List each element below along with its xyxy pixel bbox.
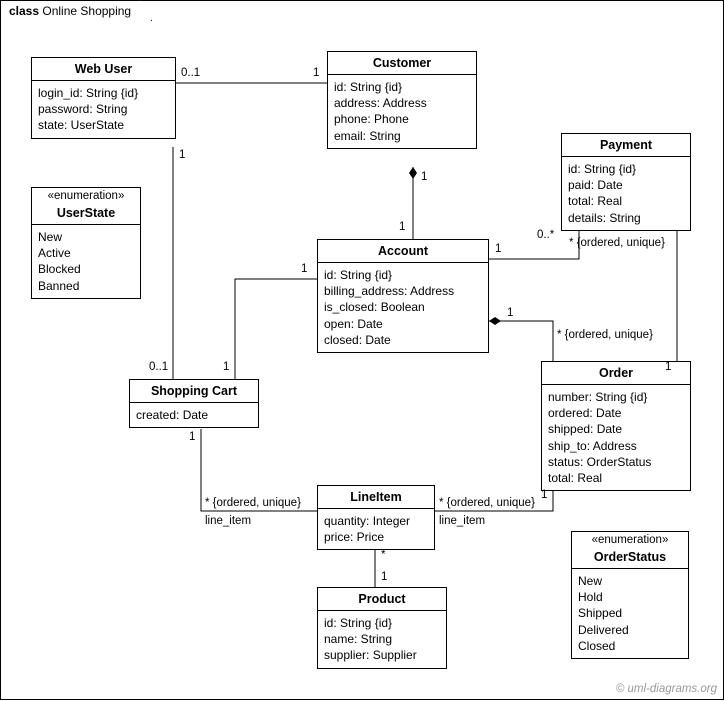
attr: ship_to: Address <box>548 438 684 454</box>
literal: New <box>578 573 682 589</box>
frame-kind: class <box>9 4 39 18</box>
attr: email: String <box>334 128 470 144</box>
class-title: Web User <box>32 58 175 81</box>
literal: Active <box>38 245 134 261</box>
class-title: Shopping Cart <box>130 380 258 403</box>
attr: open: Date <box>324 316 482 332</box>
class-title: Customer <box>328 52 476 75</box>
literal: Blocked <box>38 261 134 277</box>
mult-webuser-cart-bot: 0..1 <box>149 361 168 373</box>
attr: id: String {id} <box>334 79 470 95</box>
literal: Banned <box>38 278 134 294</box>
mult-webuser-customer-left: 0..1 <box>181 67 200 79</box>
class-body: New Hold Shipped Delivered Closed <box>572 569 688 658</box>
mult-li-prod-top: * <box>381 549 385 561</box>
class-title: Payment <box>562 134 690 157</box>
mult-cart-li-b: * {ordered, unique} <box>205 497 301 509</box>
mult-account-order-b: * {ordered, unique} <box>557 329 637 341</box>
stereotype: «enumeration» <box>32 188 140 202</box>
diagram-frame-tab: class Online Shopping <box>0 0 152 21</box>
mult-webuser-cart-top: 1 <box>179 149 185 161</box>
class-body: id: String {id} billing_address: Address… <box>318 263 488 352</box>
class-body: New Active Blocked Banned <box>32 225 140 298</box>
class-body: id: String {id} paid: Date total: Real d… <box>562 157 690 230</box>
role-order-li: line_item <box>439 515 485 527</box>
attr: password: String <box>38 101 169 117</box>
class-shoppingcart: Shopping Cart created: Date <box>129 379 259 428</box>
literal: Closed <box>578 638 682 654</box>
literal: New <box>38 229 134 245</box>
class-title: Account <box>318 240 488 263</box>
attr: name: String <box>324 631 440 647</box>
class-body: login_id: String {id} password: String s… <box>32 81 175 138</box>
class-title: Product <box>318 588 446 611</box>
stereotype: «enumeration» <box>572 532 688 546</box>
class-title: OrderStatus <box>572 546 688 569</box>
credit-text: © uml-diagrams.org <box>616 683 717 695</box>
attr: number: String {id} <box>548 389 684 405</box>
mult-customer-account-bot: 1 <box>399 221 405 233</box>
class-body: created: Date <box>130 403 258 427</box>
class-body: quantity: Integer price: Price <box>318 509 434 549</box>
literal: Hold <box>578 589 682 605</box>
attr: id: String {id} <box>324 615 440 631</box>
literal: Shipped <box>578 605 682 621</box>
mult-account-cart-left: 1 <box>223 361 229 373</box>
class-title: LineItem <box>318 486 434 509</box>
mult-order-payment-b: * {ordered, unique} <box>569 237 665 249</box>
diagram-canvas: class Online Shopping <box>0 0 724 700</box>
literal: Delivered <box>578 622 682 638</box>
attr: id: String {id} <box>324 267 482 283</box>
attr: status: OrderStatus <box>548 454 684 470</box>
attr: price: Price <box>324 529 428 545</box>
mult-account-order-a: 1 <box>507 307 513 319</box>
attr: id: String {id} <box>568 161 684 177</box>
mult-li-prod-bot: 1 <box>381 571 387 583</box>
enum-userstate: «enumeration» UserState New Active Block… <box>31 187 141 299</box>
class-order: Order number: String {id} ordered: Date … <box>541 361 691 491</box>
mult-webuser-customer-right: 1 <box>313 67 319 79</box>
class-webuser: Web User login_id: String {id} password:… <box>31 57 176 139</box>
class-account: Account id: String {id} billing_address:… <box>317 239 489 353</box>
mult-order-li-a: 1 <box>541 489 547 501</box>
class-lineitem: LineItem quantity: Integer price: Price <box>317 485 435 550</box>
attr: closed: Date <box>324 332 482 348</box>
attr: quantity: Integer <box>324 513 428 529</box>
class-customer: Customer id: String {id} address: Addres… <box>327 51 477 149</box>
attr: login_id: String {id} <box>38 85 169 101</box>
attr: created: Date <box>136 407 252 423</box>
attr: is_closed: Boolean <box>324 299 482 315</box>
class-body: number: String {id} ordered: Date shippe… <box>542 385 690 490</box>
attr: phone: Phone <box>334 111 470 127</box>
attr: state: UserState <box>38 117 169 133</box>
mult-customer-account-top: 1 <box>421 171 427 183</box>
attr: paid: Date <box>568 177 684 193</box>
enum-orderstatus: «enumeration» OrderStatus New Hold Shipp… <box>571 531 689 659</box>
attr: total: Real <box>548 470 684 486</box>
mult-account-cart-right: 1 <box>301 263 307 275</box>
attr: shipped: Date <box>548 421 684 437</box>
attr: supplier: Supplier <box>324 647 440 663</box>
class-title: UserState <box>32 202 140 225</box>
mult-account-payment-right: 0..* <box>537 229 554 241</box>
attr: details: String <box>568 210 684 226</box>
class-payment: Payment id: String {id} paid: Date total… <box>561 133 691 231</box>
class-body: id: String {id} address: Address phone: … <box>328 75 476 148</box>
attr: address: Address <box>334 95 470 111</box>
mult-account-payment-left: 1 <box>495 243 501 255</box>
class-body: id: String {id} name: String supplier: S… <box>318 611 446 668</box>
role-cart-li: line_item <box>205 515 251 527</box>
mult-order-payment-a: 1 <box>665 361 671 373</box>
mult-order-li-b: * {ordered, unique} <box>439 497 535 509</box>
frame-title: Online Shopping <box>42 4 131 18</box>
class-product: Product id: String {id} name: String sup… <box>317 587 447 669</box>
attr: total: Real <box>568 193 684 209</box>
attr: ordered: Date <box>548 405 684 421</box>
mult-cart-li-a: 1 <box>189 431 195 443</box>
attr: billing_address: Address <box>324 283 482 299</box>
